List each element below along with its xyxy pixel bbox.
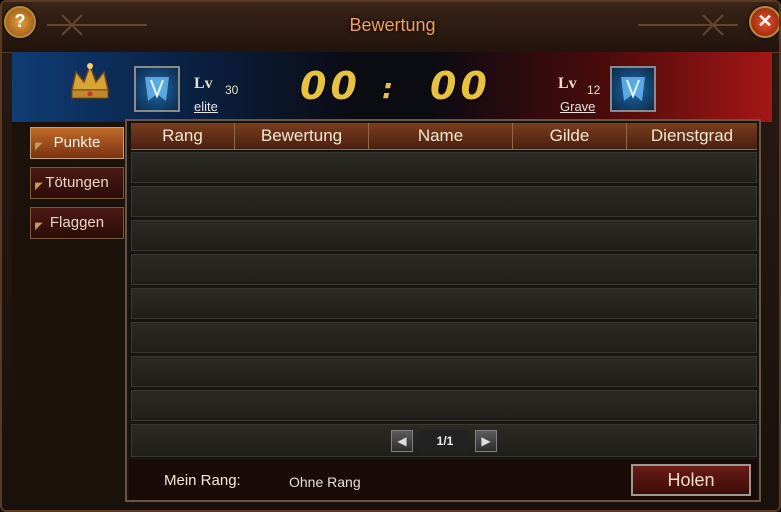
right-lv-label: Lv — [558, 75, 577, 92]
left-level: 30 — [225, 83, 239, 97]
footer-bar: Mein Rang: Ohne Rang Holen — [129, 460, 757, 500]
window-title: Bewertung — [349, 15, 436, 35]
title-bar: Bewertung ? ✕ — [2, 2, 779, 53]
ranking-panel: Rang Bewertung Name Gilde Dienstgrad ◀ 1… — [125, 119, 761, 502]
score-separator: : — [382, 72, 398, 105]
left-score: 00 — [300, 64, 361, 108]
table-row — [131, 186, 757, 217]
tab-label: Flaggen — [49, 214, 105, 231]
right-level: 12 — [587, 83, 601, 97]
column-header-bewertung[interactable]: Bewertung — [235, 123, 369, 149]
table-row — [131, 390, 757, 421]
column-header-name[interactable]: Name — [369, 123, 513, 149]
tab-punkte[interactable]: ◤ Punkte — [30, 127, 124, 159]
page-indicator: 1/1 — [421, 430, 469, 452]
right-score: 00 — [430, 64, 491, 108]
rating-window: Bewertung ? ✕ Lv 30 elite 00 : 00 Lv 12 … — [0, 0, 781, 512]
table-row — [131, 220, 757, 251]
column-header-gilde[interactable]: Gilde — [513, 123, 627, 149]
table-row — [131, 322, 757, 353]
help-button[interactable]: ? — [4, 6, 36, 38]
chevron-right-icon: ▶ — [481, 434, 491, 448]
table-row — [131, 152, 757, 183]
corner-ornament-icon: ◤ — [35, 221, 43, 232]
tab-label: Punkte — [53, 134, 101, 151]
tab-toetungen[interactable]: ◤ Tötungen — [30, 167, 124, 199]
table-row — [131, 288, 757, 319]
tab-label: Tötungen — [45, 174, 109, 191]
table-row — [131, 356, 757, 387]
table-row — [131, 254, 757, 285]
right-guild-emblem-icon — [610, 66, 656, 112]
fetch-button[interactable]: Holen — [631, 464, 751, 496]
left-player-name[interactable]: elite — [194, 99, 218, 114]
my-rank-value: Ohne Rang — [289, 474, 361, 490]
column-header-dienstgrad[interactable]: Dienstgrad — [627, 123, 757, 149]
chevron-left-icon: ◀ — [397, 434, 407, 448]
tab-flaggen[interactable]: ◤ Flaggen — [30, 207, 124, 239]
my-rank-label: Mein Rang: — [164, 472, 241, 489]
left-guild-emblem-icon — [134, 66, 180, 112]
corner-ornament-icon: ◤ — [35, 181, 43, 192]
column-header-rang[interactable]: Rang — [131, 123, 235, 149]
left-lv-label: Lv — [194, 75, 213, 92]
prev-page-button[interactable]: ◀ — [391, 430, 413, 452]
match-header: Lv 30 elite 00 : 00 Lv 12 Grave — [12, 52, 772, 122]
next-page-button[interactable]: ▶ — [475, 430, 497, 452]
pagination: ◀ 1/1 ▶ — [391, 430, 499, 452]
close-button[interactable]: ✕ — [749, 6, 779, 38]
table-header: Rang Bewertung Name Gilde Dienstgrad — [131, 123, 757, 150]
corner-ornament-icon: ◤ — [35, 141, 43, 152]
crown-icon — [71, 63, 109, 99]
right-player-name[interactable]: Grave — [560, 99, 595, 114]
